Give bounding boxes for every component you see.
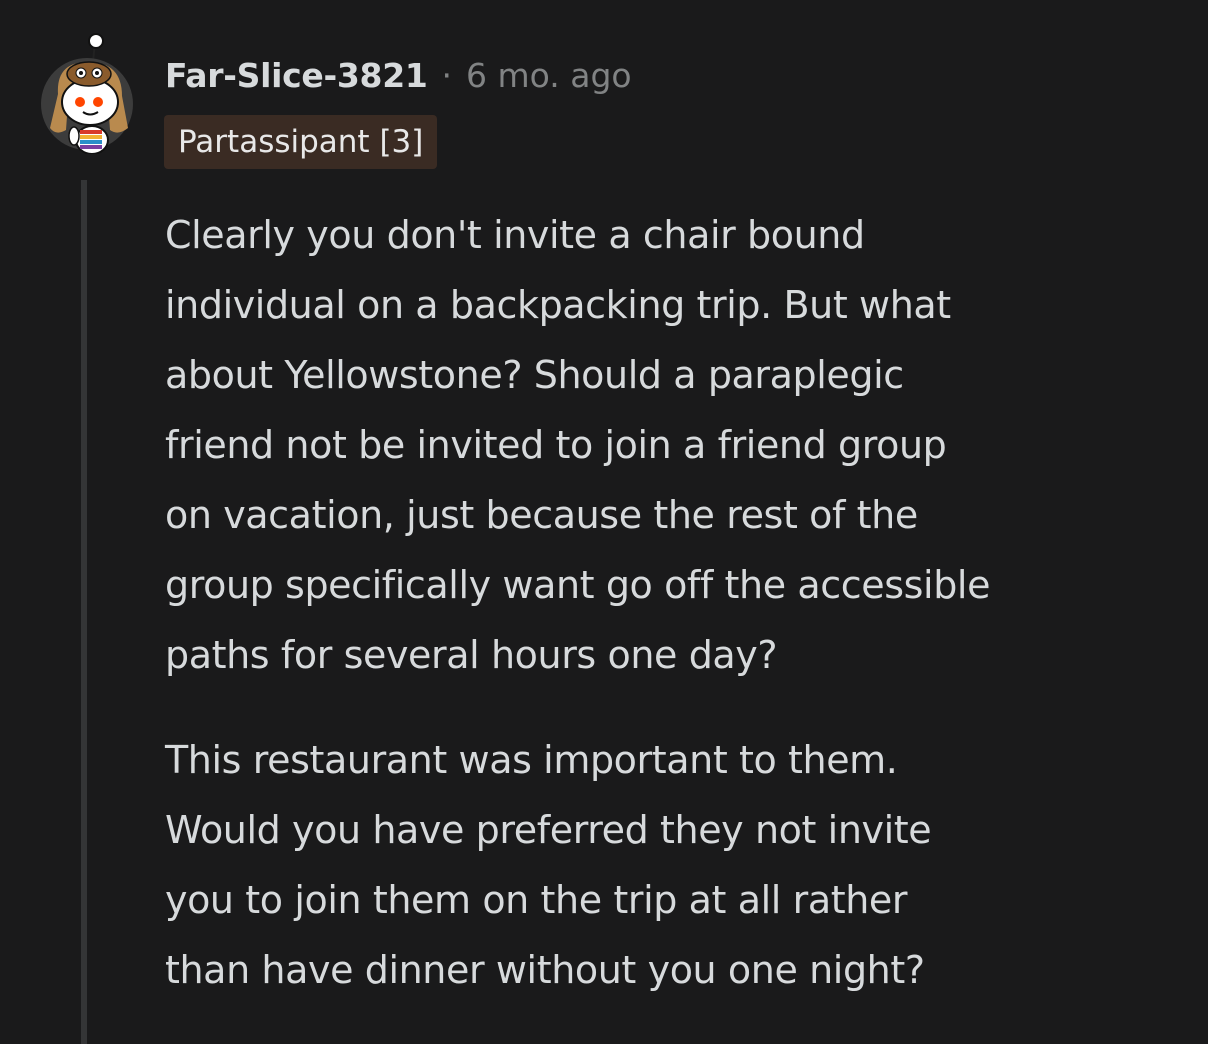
comment: Far-Slice-3821 · 6 mo. ago Partassipant …: [0, 0, 1208, 1044]
comment-timestamp[interactable]: 6 mo. ago: [466, 56, 632, 95]
comment-body: Clearly you don't invite a chair bound i…: [165, 200, 1175, 1040]
comment-header: Far-Slice-3821 · 6 mo. ago: [165, 52, 632, 98]
user-avatar[interactable]: [38, 32, 138, 154]
comment-paragraph: Clearly you don't invite a chair bound i…: [165, 213, 991, 677]
user-flair: Partassipant [3]: [164, 115, 438, 169]
author-username[interactable]: Far-Slice-3821: [165, 56, 428, 95]
header-separator: ·: [441, 55, 453, 95]
comment-paragraph: This restaurant was important to them. W…: [165, 738, 932, 992]
snoo-avatar-icon: [41, 33, 133, 154]
thread-collapse-line[interactable]: [81, 180, 87, 1044]
